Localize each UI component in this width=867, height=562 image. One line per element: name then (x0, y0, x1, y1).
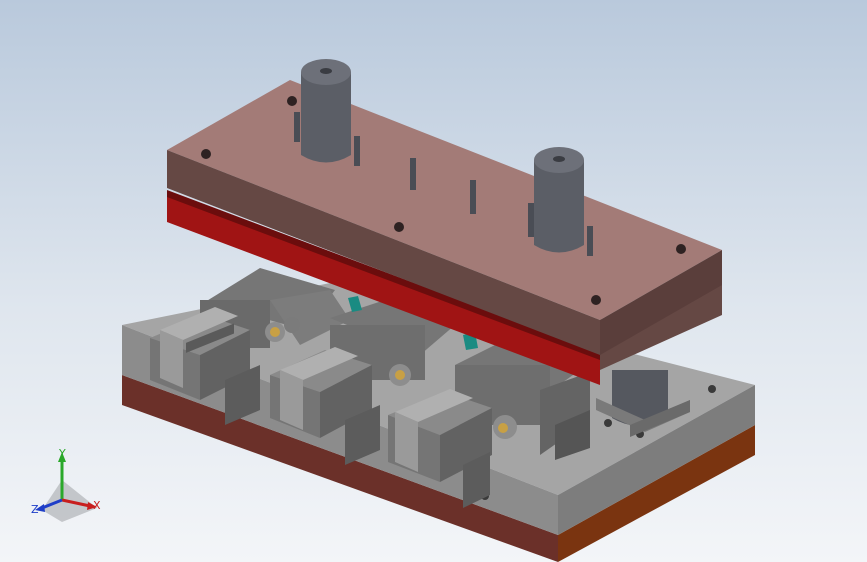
triad-z-label: Z (31, 503, 39, 516)
triad-y-label: Y (59, 447, 66, 460)
die-set-model[interactable] (0, 0, 867, 562)
triad-axes (35, 452, 97, 522)
guide-post-upper-right[interactable] (534, 147, 584, 253)
triad-x-label: X (93, 499, 101, 512)
view-orientation-triad[interactable]: Y X Z (22, 440, 112, 530)
graphics-viewport[interactable]: Y X Z (0, 0, 867, 562)
guide-post-upper-left[interactable] (301, 59, 351, 163)
